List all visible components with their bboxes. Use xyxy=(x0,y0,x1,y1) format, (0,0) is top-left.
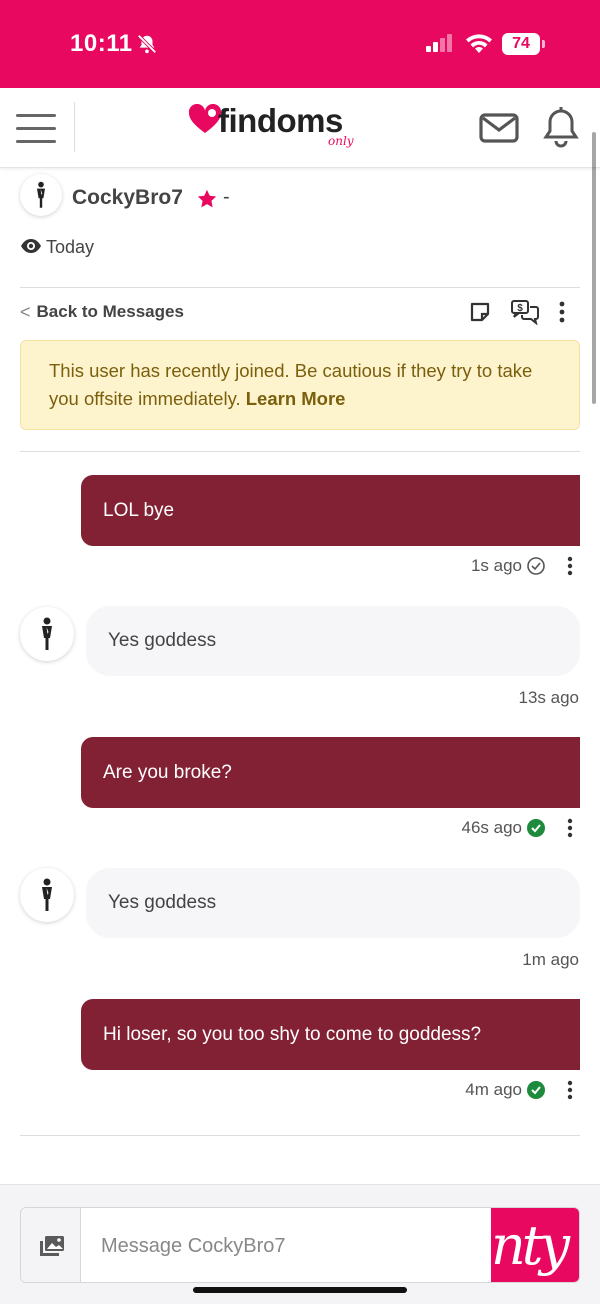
message-text: Hi loser, so you too shy to come to godd… xyxy=(103,1023,482,1045)
sender-avatar[interactable] xyxy=(20,607,74,661)
status-time: 10:11 xyxy=(70,30,133,57)
read-check-icon xyxy=(527,1081,545,1099)
note-icon[interactable] xyxy=(469,301,491,323)
incoming-message: Yes goddess xyxy=(86,868,580,938)
send-button-label: nty xyxy=(491,1214,570,1277)
mail-icon[interactable] xyxy=(478,110,520,146)
profile-username[interactable]: CockyBro7 xyxy=(72,186,183,210)
message-meta: 13s ago xyxy=(519,686,580,710)
new-user-warning-banner: This user has recently joined. Be cautio… xyxy=(20,340,580,430)
learn-more-link[interactable]: Learn More xyxy=(246,388,346,409)
message-text: Yes goddess xyxy=(108,892,217,913)
outgoing-message: Are you broke? xyxy=(81,737,580,808)
more-options-icon[interactable] xyxy=(554,300,570,324)
status-bar: 10:11 74 xyxy=(0,0,600,88)
incoming-message: Yes goddess xyxy=(86,606,580,676)
sent-check-icon xyxy=(527,557,545,575)
message-meta: 4m ago xyxy=(465,1078,578,1102)
message-composer: nty xyxy=(0,1184,600,1304)
message-time: 4m ago xyxy=(465,1080,522,1099)
profile-avatar[interactable] xyxy=(20,174,62,216)
message-more-icon[interactable] xyxy=(562,817,578,839)
section-divider xyxy=(20,451,580,452)
section-divider xyxy=(20,287,580,288)
heart-logo-icon xyxy=(188,104,222,133)
eye-icon xyxy=(21,239,41,253)
message-text: Yes goddess xyxy=(108,630,217,651)
hamburger-menu-icon[interactable] xyxy=(14,108,58,148)
attach-media-button[interactable] xyxy=(21,1208,81,1282)
back-to-messages-link[interactable]: < Back to Messages xyxy=(20,300,184,324)
message-time: 1m ago xyxy=(522,950,579,969)
message-time: 46s ago xyxy=(461,818,523,837)
chevron-left-icon: < xyxy=(20,301,31,322)
message-text: LOL bye xyxy=(103,499,175,521)
message-meta: 1m ago xyxy=(522,948,579,972)
message-more-icon[interactable] xyxy=(562,555,578,577)
message-time: 1s ago xyxy=(470,556,522,575)
outgoing-message: LOL bye xyxy=(81,475,580,546)
logo-subtext: only xyxy=(328,134,354,148)
section-divider xyxy=(20,1135,580,1136)
sender-avatar[interactable] xyxy=(20,868,74,922)
cellular-signal-icon xyxy=(426,34,452,52)
message-text: Are you broke? xyxy=(103,761,232,783)
header-divider xyxy=(74,102,75,152)
logo-text: findoms xyxy=(218,102,343,139)
read-check-icon xyxy=(527,819,545,837)
message-time: 13s ago xyxy=(518,688,580,707)
last-seen-text: Today xyxy=(46,237,95,257)
home-indicator xyxy=(193,1287,407,1293)
battery-level: 74 xyxy=(502,33,540,55)
battery-icon: 74 xyxy=(502,33,546,55)
media-gallery-icon xyxy=(40,1236,64,1256)
message-meta: 46s ago xyxy=(462,816,579,840)
wifi-icon xyxy=(466,34,492,53)
page-scrollbar[interactable] xyxy=(592,132,596,404)
star-icon xyxy=(197,189,217,208)
notifications-bell-icon[interactable] xyxy=(542,106,580,148)
message-input[interactable] xyxy=(81,1208,491,1282)
message-more-icon[interactable] xyxy=(562,1079,578,1101)
composer-box: nty xyxy=(20,1207,580,1283)
bell-off-icon xyxy=(137,34,157,54)
svg-text:$: $ xyxy=(517,303,523,314)
profile-separator: - xyxy=(223,186,230,208)
send-button[interactable]: nty xyxy=(491,1208,579,1282)
back-link-label: Back to Messages xyxy=(36,302,184,321)
outgoing-message: Hi loser, so you too shy to come to godd… xyxy=(81,999,580,1070)
findoms-logo[interactable]: findoms only xyxy=(188,102,368,158)
tip-chat-icon[interactable]: $ xyxy=(510,299,540,325)
app-header: findoms only xyxy=(0,88,600,168)
message-meta: 1s ago xyxy=(471,554,578,578)
